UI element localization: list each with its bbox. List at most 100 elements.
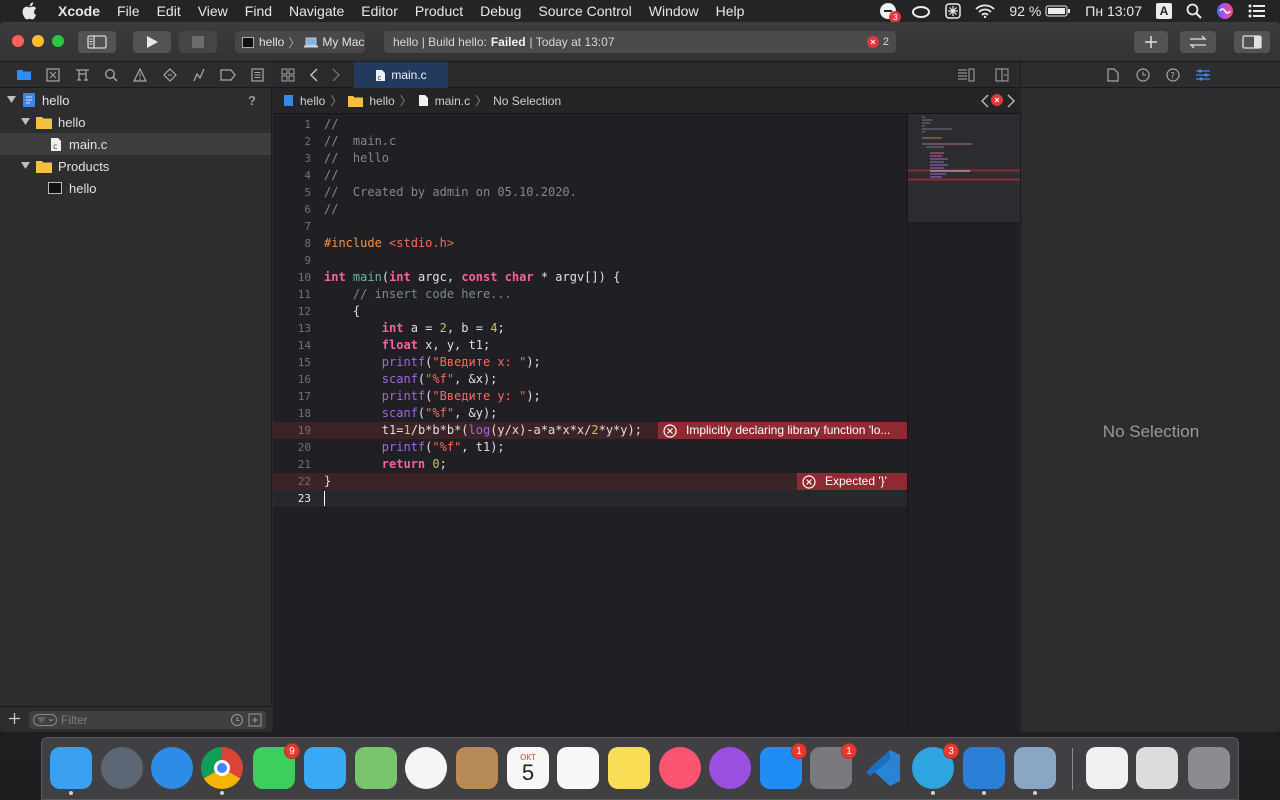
disclosure-down-icon[interactable] xyxy=(6,95,16,105)
quick-help-icon[interactable]: ? xyxy=(1158,67,1188,82)
dock-reminders-icon[interactable] xyxy=(557,747,599,789)
find-navigator-icon[interactable] xyxy=(97,62,126,88)
dock-app-store-icon[interactable]: 1 xyxy=(760,743,807,789)
jump-file[interactable]: main.c xyxy=(418,94,470,108)
toggle-inspector-button[interactable] xyxy=(1234,31,1270,53)
apple-menu-icon[interactable] xyxy=(18,2,40,20)
dock-finder-icon[interactable] xyxy=(50,747,92,795)
breakpoint-navigator-icon[interactable] xyxy=(214,62,243,88)
filter-options-icon[interactable] xyxy=(33,714,57,729)
menu-clock[interactable]: Пн 13:07 xyxy=(1085,3,1142,19)
code-line[interactable]: 8 #include <stdio.h> xyxy=(273,235,907,252)
code-line[interactable]: 9 xyxy=(273,252,907,269)
error-annotation[interactable]: Expected '}' xyxy=(797,473,907,490)
menu-view[interactable]: View xyxy=(189,0,236,22)
dock-podcasts-icon[interactable] xyxy=(709,747,751,789)
activity-status-bar[interactable]: hello | Build hello: Failed | Today at 1… xyxy=(384,31,896,53)
minimize-window-button[interactable] xyxy=(32,35,44,47)
pinwheel-icon[interactable] xyxy=(945,3,962,19)
menu-edit[interactable]: Edit xyxy=(148,0,189,22)
forward-icon[interactable] xyxy=(331,68,341,87)
recent-files-icon[interactable] xyxy=(230,713,244,730)
menu-help[interactable]: Help xyxy=(707,0,753,22)
dock-chrome-icon[interactable] xyxy=(201,747,243,795)
filter-input[interactable]: Filter xyxy=(29,711,266,729)
creative-cloud-icon[interactable] xyxy=(911,4,931,18)
menu-window[interactable]: Window xyxy=(640,0,707,22)
symbol-navigator-icon[interactable] xyxy=(67,62,96,88)
tree-row-main-c[interactable]: c main.c xyxy=(0,133,271,155)
disclosure-down-icon[interactable] xyxy=(20,117,30,127)
menu-file[interactable]: File xyxy=(109,0,149,22)
issue-count[interactable]: × 2 xyxy=(866,36,889,48)
dock-maps-icon[interactable] xyxy=(355,747,397,789)
siri-icon[interactable] xyxy=(1216,2,1234,20)
issue-navigator-icon[interactable] xyxy=(126,62,155,88)
code-review-button[interactable] xyxy=(1180,31,1216,53)
tree-row-products[interactable]: Products xyxy=(0,155,271,177)
menu-find[interactable]: Find xyxy=(236,0,280,22)
code-line[interactable]: 7 xyxy=(273,218,907,235)
add-file-icon[interactable] xyxy=(8,712,21,730)
code-line[interactable]: 6 // xyxy=(273,201,907,218)
menu-navigate[interactable]: Navigate xyxy=(281,0,353,22)
code-line[interactable]: 3 // hello xyxy=(273,150,907,167)
code-line[interactable]: 22} Expected '}' xyxy=(273,473,907,490)
code-line[interactable]: 5 // Created by admin on 05.10.2020. xyxy=(273,184,907,201)
tree-row-project[interactable]: hello ? xyxy=(0,89,271,111)
back-icon[interactable] xyxy=(309,68,319,87)
jump-group[interactable]: hello xyxy=(348,94,395,108)
menu-product[interactable]: Product xyxy=(406,0,471,22)
report-navigator-icon[interactable] xyxy=(243,62,272,88)
related-items-icon[interactable] xyxy=(281,68,295,87)
tree-row-product-hello[interactable]: hello xyxy=(0,177,271,199)
dock-contacts-icon[interactable] xyxy=(456,747,498,789)
editor-options-icon[interactable] xyxy=(957,68,975,87)
code-line[interactable]: 18 scanf("%f", &y); xyxy=(273,405,907,422)
code-line[interactable]: 16 scanf("%f", &x); xyxy=(273,371,907,388)
previous-issue-icon[interactable] xyxy=(981,94,989,111)
dock-facetime-icon[interactable]: 9 xyxy=(253,743,300,789)
dock-preview-icon[interactable] xyxy=(1014,747,1056,795)
scheme-selector[interactable]: hello 〉 My Mac xyxy=(235,31,365,53)
code-line[interactable]: 19 t1=1/b*b*b*(log(y/x)-a*a*x*x/2*y*y); I… xyxy=(273,422,907,439)
zoom-window-button[interactable] xyxy=(52,35,64,47)
tree-row-group-hello[interactable]: hello xyxy=(0,111,271,133)
run-button[interactable] xyxy=(133,31,171,53)
dock-trash-icon[interactable] xyxy=(1188,747,1230,789)
dock-telegram-icon[interactable]: 3 xyxy=(912,743,959,795)
code-line[interactable]: 23 xyxy=(273,490,907,507)
menu-debug[interactable]: Debug xyxy=(472,0,530,22)
dock-calendar-icon[interactable]: ОКТ 5 xyxy=(507,747,549,789)
dock-photos-icon[interactable] xyxy=(405,747,447,789)
dock-xcode-icon[interactable] xyxy=(963,747,1005,795)
code-line[interactable]: 20 printf("%f", t1); xyxy=(273,439,907,456)
input-source-icon[interactable]: A xyxy=(1156,3,1172,19)
history-inspector-icon[interactable] xyxy=(1128,67,1158,82)
file-inspector-icon[interactable] xyxy=(1098,67,1128,82)
library-button[interactable] xyxy=(1134,31,1168,53)
dock-messages-icon[interactable] xyxy=(304,747,346,789)
code-line[interactable]: 12 { xyxy=(273,303,907,320)
split-editor-icon[interactable] xyxy=(995,68,1009,87)
attributes-inspector-icon[interactable] xyxy=(1188,68,1218,82)
code-line[interactable]: 10 int main(int argc, const char * argv[]… xyxy=(273,269,907,286)
battery-percent[interactable]: 92 % xyxy=(1009,3,1041,19)
code-line[interactable]: 2 // main.c xyxy=(273,133,907,150)
code-line[interactable]: 11 // insert code here... xyxy=(273,286,907,303)
dock-chrome-window-icon[interactable] xyxy=(1136,747,1178,789)
dock-safari-icon[interactable] xyxy=(151,747,193,789)
dock-document-icon[interactable] xyxy=(1086,747,1128,789)
dock-launchpad-icon[interactable] xyxy=(101,747,143,789)
source-control-navigator-icon[interactable] xyxy=(38,62,67,88)
stop-button[interactable] xyxy=(179,31,217,53)
code-line[interactable]: 21 return 0; xyxy=(273,456,907,473)
dock-music-icon[interactable] xyxy=(659,747,701,789)
menu-editor[interactable]: Editor xyxy=(353,0,407,22)
source-control-filter-icon[interactable] xyxy=(248,713,262,730)
error-annotation[interactable]: Implicitly declaring library function 'l… xyxy=(658,422,907,439)
disclosure-down-icon[interactable] xyxy=(20,161,30,171)
test-navigator-icon[interactable] xyxy=(155,62,184,88)
code-line[interactable]: 1 // xyxy=(273,116,907,133)
toggle-navigator-button[interactable] xyxy=(78,31,116,53)
